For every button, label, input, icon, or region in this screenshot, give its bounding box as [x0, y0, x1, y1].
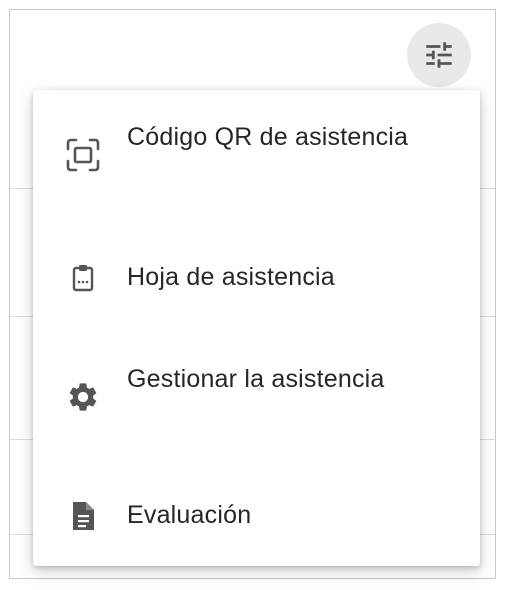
- menu-item-manage-attendance[interactable]: Gestionar la asistencia: [33, 362, 480, 432]
- menu-item-attendance-sheet[interactable]: Hoja de asistencia: [33, 258, 480, 298]
- attendance-dropdown-menu: Código QR de asistencia Hoja de asistenc…: [33, 90, 480, 566]
- menu-item-evaluation[interactable]: Evaluación: [33, 496, 480, 536]
- gear-icon: [65, 379, 101, 415]
- menu-item-label: Hoja de asistencia: [127, 263, 335, 291]
- document-icon: [65, 498, 101, 534]
- menu-item-label: Gestionar la asistencia: [127, 365, 385, 393]
- menu-item-label: Evaluación: [127, 501, 252, 529]
- menu-item-label: Código QR de asistencia: [127, 123, 409, 151]
- clipboard-icon: [65, 260, 101, 296]
- menu-item-qr-code[interactable]: Código QR de asistencia: [33, 120, 480, 190]
- filter-settings-button[interactable]: [407, 23, 471, 87]
- tune-sliders-icon: [426, 42, 452, 68]
- screen: Código QR de asistencia Hoja de asistenc…: [0, 0, 506, 590]
- qr-scan-icon: [65, 137, 101, 173]
